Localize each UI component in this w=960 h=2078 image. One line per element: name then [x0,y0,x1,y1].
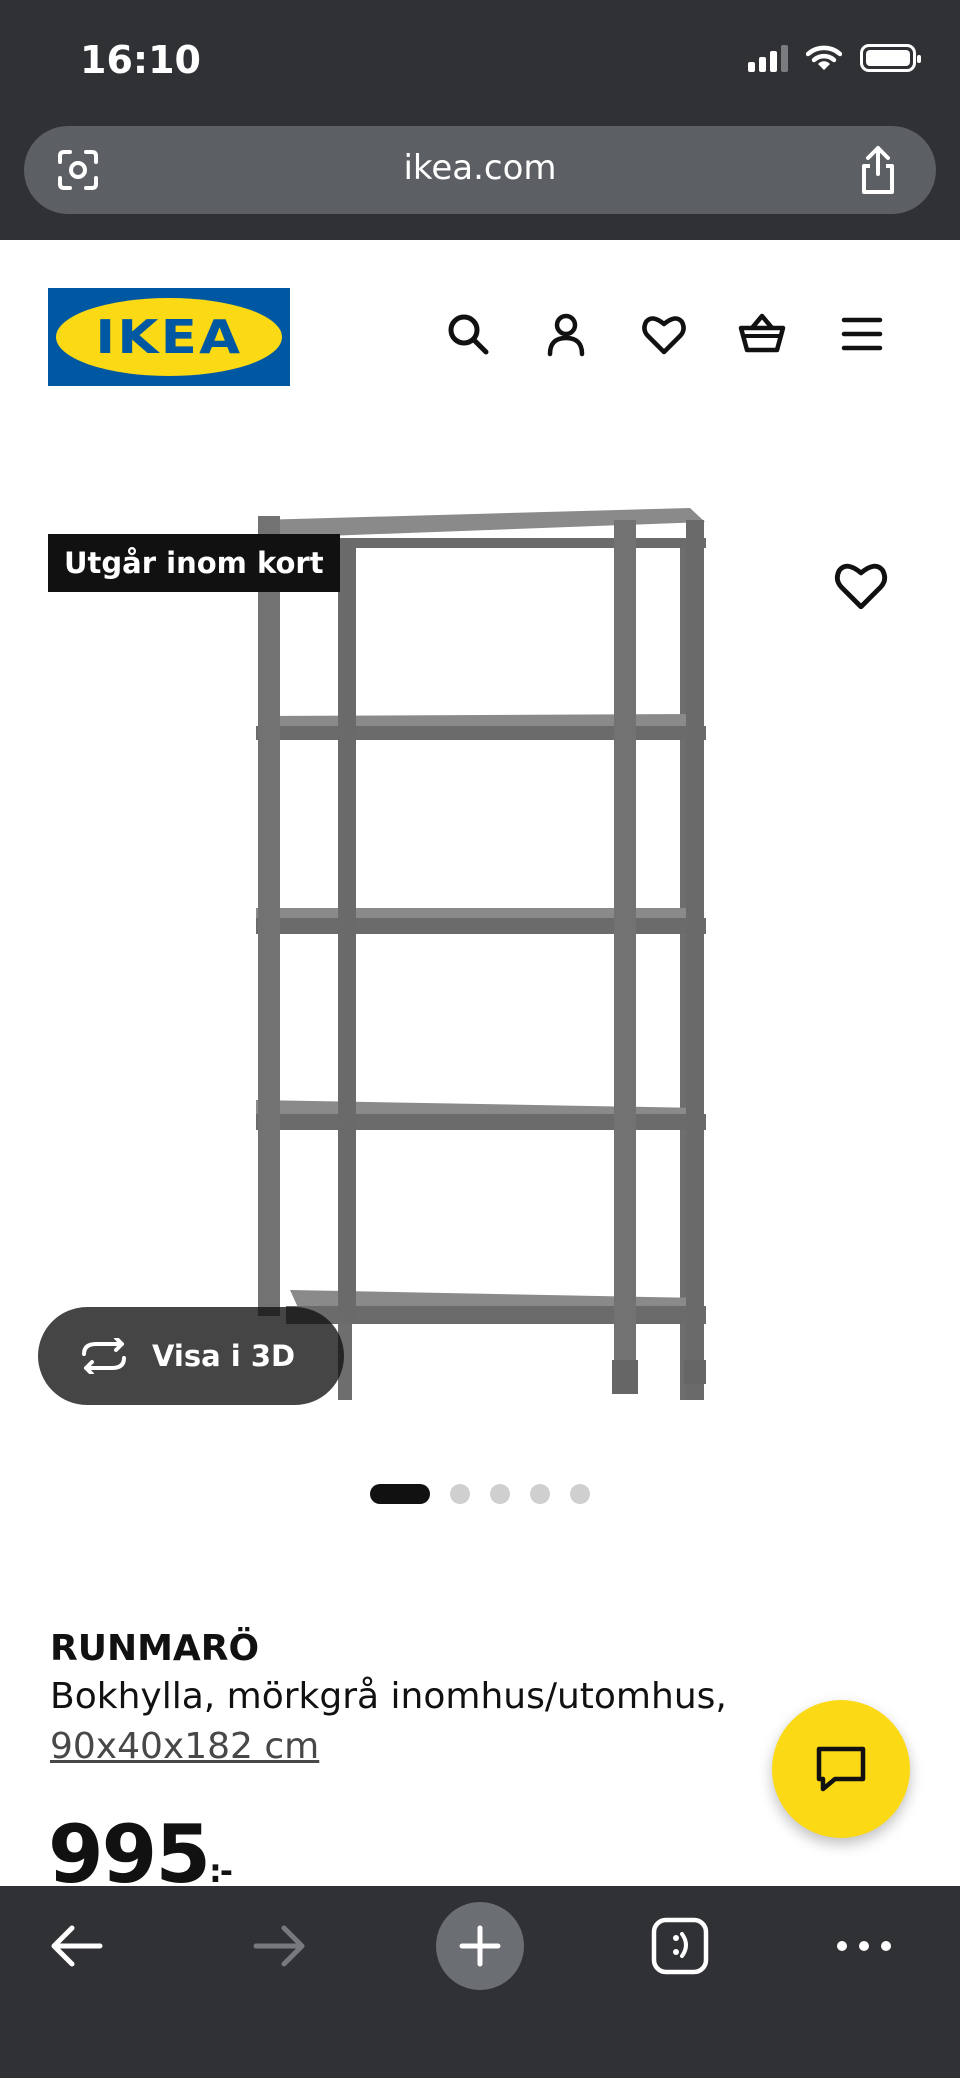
rotate-3d-icon [82,1338,126,1374]
chat-icon [816,1746,866,1792]
forward-arrow-icon[interactable] [250,1916,310,1976]
carousel-dot-2[interactable] [450,1484,470,1504]
status-time: 16:10 [80,38,201,82]
back-arrow-icon[interactable] [46,1916,106,1976]
product-description: Bokhylla, mörkgrå inomhus/utomhus, [50,1676,727,1717]
logo-text: IKEA [95,310,243,364]
url-text: ikea.com [403,148,557,188]
menu-icon[interactable] [838,310,886,358]
price-suffix: :- [209,1852,233,1890]
heart-icon[interactable] [640,310,688,358]
chat-button[interactable] [772,1700,910,1838]
more-options-icon[interactable] [834,1916,894,1976]
logo-oval: IKEA [56,298,282,376]
status-icons [748,44,921,72]
add-to-favorites-icon[interactable] [832,556,890,614]
plus-icon [459,1925,501,1967]
new-tab-button[interactable] [436,1902,524,1990]
share-icon[interactable] [854,144,902,196]
view-in-3d-button[interactable]: Visa i 3D [38,1307,344,1405]
page: 16:10 ikea.com IKEA Utgår inom kort Visa… [0,0,960,2078]
product-size-link[interactable]: 90x40x182 cm [50,1726,319,1767]
account-icon[interactable] [542,310,590,358]
product-name: RUNMARÖ [50,1628,260,1669]
ikea-logo[interactable]: IKEA [48,288,290,386]
battery-icon [860,44,921,72]
view-in-3d-label: Visa i 3D [152,1339,296,1373]
url-bar[interactable]: ikea.com [24,126,936,214]
browser-bottom-toolbar [0,1886,960,2078]
image-carousel-dots [370,1484,590,1504]
tabs-icon[interactable] [650,1916,710,1976]
carousel-dot-5[interactable] [570,1484,590,1504]
basket-icon[interactable] [738,310,786,358]
browser-top-chrome: 16:10 ikea.com [0,0,960,240]
status-badge: Utgår inom kort [48,534,340,592]
product-image[interactable] [0,460,960,1450]
carousel-dot-4[interactable] [530,1484,550,1504]
wifi-icon [806,45,842,70]
cellular-signal-icon [748,44,788,72]
carousel-dot-1[interactable] [370,1484,430,1504]
search-icon[interactable] [444,310,492,358]
carousel-dot-3[interactable] [490,1484,510,1504]
